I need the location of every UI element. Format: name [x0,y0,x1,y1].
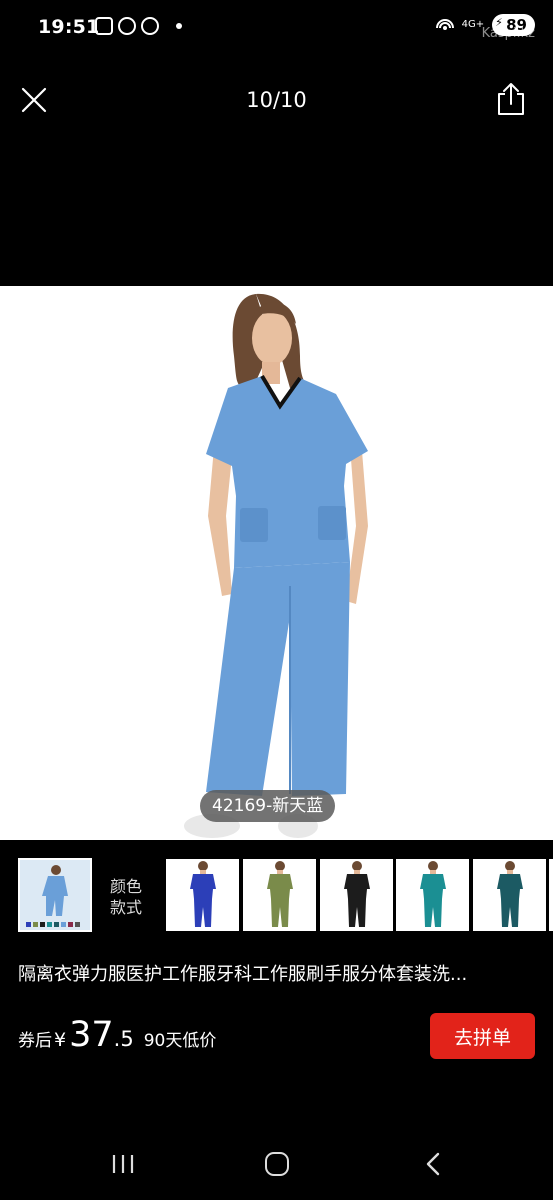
price-decimal: .5 [113,1027,134,1051]
system-navigation-bar [0,1130,553,1200]
variant-image [267,861,293,927]
main-thumbnail-image [26,865,80,927]
variant-image [497,861,523,927]
color-style-label: 颜色 款式 [110,876,142,918]
product-photo[interactable] [0,286,553,840]
whatsapp-icon [118,17,136,35]
product-title[interactable]: 隔离衣弹力服医护工作服牙科工作服刷手服分体套装洗... [18,960,538,986]
gallery-icon [95,17,113,35]
main-thumbnail[interactable] [18,858,92,932]
style-label: 款式 [110,898,143,917]
back-icon[interactable] [424,1152,442,1176]
recent-apps-icon[interactable] [111,1154,135,1174]
variant-tag: 42169-新天蓝 [200,790,336,822]
after-coupon-label: 券后 [18,1031,52,1051]
variant-image [420,861,446,927]
hotspot-icon [435,19,454,30]
color-label: 颜色 [110,877,143,896]
color-variant-thumbnail[interactable] [396,859,469,931]
more-notifications-icon [176,23,182,29]
variant-image [190,861,216,927]
status-time: 19:51 [38,16,100,38]
color-variant-thumbnail[interactable] [243,859,316,931]
price-integer: 37 [69,1015,114,1055]
image-counter: 10/10 [246,88,307,112]
variant-image [344,861,370,927]
model-in-scrubs-image [184,293,368,838]
home-icon[interactable] [265,1152,289,1176]
color-variant-thumbnail[interactable] [320,859,393,931]
whatsapp-icon-2 [141,17,159,35]
color-variant-thumbnail[interactable] [473,859,546,931]
variant-thumbnail-strip[interactable]: 颜色 款式 [0,858,553,934]
share-icon[interactable] [496,82,526,116]
notification-icons [95,17,182,35]
low-price-badge: 90天低价 [143,1031,217,1051]
price-row: 券后 ¥ 37 .5 90天低价 [18,1015,216,1055]
currency-symbol: ¥ [54,1029,67,1051]
watermark: Kaspi.kz [481,26,535,41]
status-bar: 19:51 4G+ 89 Kaspi.kz [0,0,553,56]
group-buy-button[interactable]: 去拼单 [430,1013,535,1059]
color-variant-thumbnail[interactable] [166,859,239,931]
color-variant-thumbnail-partial[interactable] [549,859,553,931]
